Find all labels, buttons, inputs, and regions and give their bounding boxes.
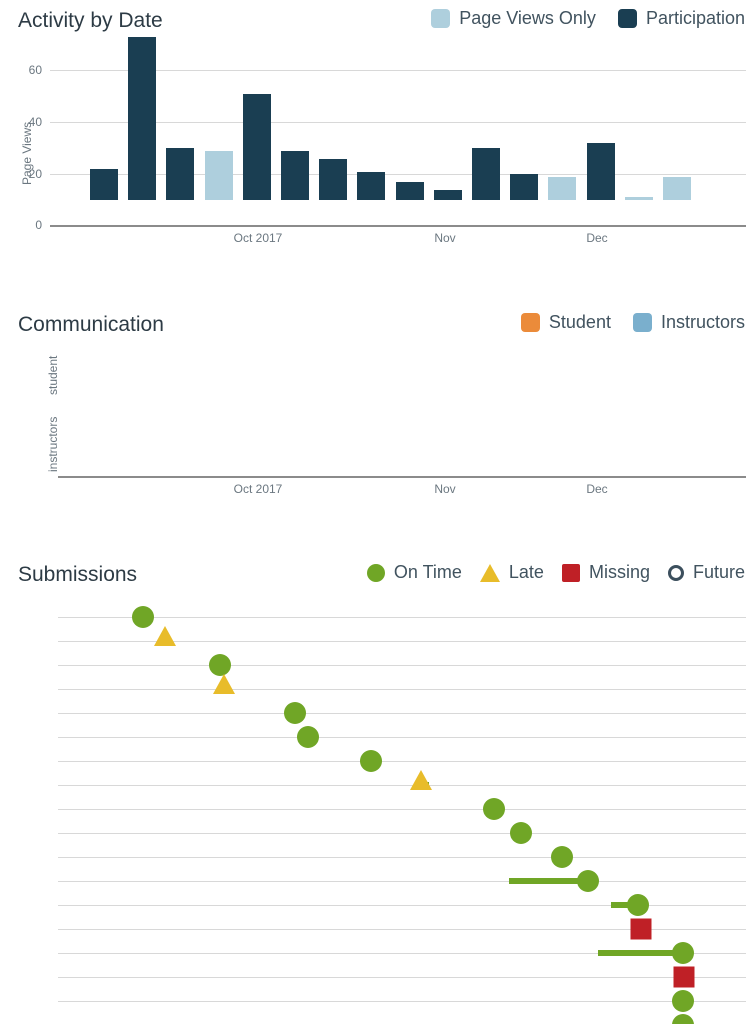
bar-page-views-only[interactable]	[624, 197, 653, 200]
legend-item-on-time[interactable]: On Time	[366, 562, 462, 583]
submission-marker-on-time[interactable]	[209, 654, 231, 676]
bar-participation[interactable]	[166, 148, 195, 200]
submission-marker-on-time[interactable]	[672, 942, 694, 964]
submission-marker-late[interactable]	[213, 674, 235, 694]
submission-marker-on-time[interactable]	[551, 846, 573, 868]
x-tick-oct-2017: Oct 2017	[233, 231, 283, 245]
submission-marker-on-time[interactable]	[627, 894, 649, 916]
bar-participation[interactable]	[472, 148, 500, 200]
activity-bars-group	[0, 0, 751, 225]
submission-marker-missing[interactable]	[673, 966, 695, 988]
comm-y-tick-student: student	[46, 355, 60, 395]
bar-participation[interactable]	[586, 143, 615, 200]
comm-y-tick-instructors: instructors	[46, 416, 60, 472]
legend-label: Missing	[588, 562, 650, 582]
submission-marker-on-time[interactable]	[360, 750, 382, 772]
bar-participation[interactable]	[433, 189, 462, 200]
submissions-markers-group	[0, 595, 751, 1024]
submission-marker-on-time[interactable]	[297, 726, 319, 748]
submission-marker-late[interactable]	[410, 770, 432, 790]
bar-participation[interactable]	[510, 174, 539, 200]
submission-marker-on-time[interactable]	[577, 870, 599, 892]
submission-marker-on-time[interactable]	[510, 822, 532, 844]
x-tick-dec: Dec	[586, 231, 608, 245]
missing-square-icon	[561, 563, 580, 582]
submission-marker-on-time[interactable]	[132, 606, 154, 628]
x-tick-nov: Nov	[434, 482, 456, 496]
x-tick-oct-2017: Oct 2017	[233, 482, 283, 496]
legend-item-late[interactable]: Late	[479, 562, 544, 583]
submissions-chart[interactable]: Assignments	[0, 595, 751, 1024]
bar-page-views-only[interactable]	[663, 176, 691, 200]
bar-participation[interactable]	[319, 158, 348, 200]
bar-participation[interactable]	[128, 37, 157, 200]
bar-page-views-only[interactable]	[548, 176, 577, 200]
submissions-title: Submissions	[18, 563, 138, 586]
legend-label: Future	[692, 562, 745, 582]
on-time-circle-icon	[366, 563, 385, 582]
submission-marker-on-time[interactable]	[483, 798, 505, 820]
bar-participation[interactable]	[90, 168, 118, 200]
bar-participation[interactable]	[242, 94, 271, 200]
analytics-dashboard: Activity by Date Page Views Only Partici…	[0, 0, 751, 1024]
x-tick-nov: Nov	[434, 231, 456, 245]
x-axis-line	[50, 225, 746, 227]
legend-item-future[interactable]: Future	[667, 562, 745, 583]
legend-item-missing[interactable]: Missing	[561, 562, 650, 583]
submission-marker-on-time[interactable]	[672, 1014, 694, 1024]
future-ring-icon	[667, 564, 684, 581]
submission-marker-missing[interactable]	[630, 918, 652, 940]
bar-participation[interactable]	[281, 150, 309, 200]
submission-connector-line	[598, 950, 683, 956]
submission-marker-on-time[interactable]	[672, 990, 694, 1012]
x-axis-line	[58, 476, 746, 478]
bar-participation[interactable]	[395, 181, 424, 200]
submission-marker-late[interactable]	[154, 626, 176, 646]
submissions-legend: On Time Late Missing Future	[366, 562, 745, 583]
activity-chart[interactable]: 60 40 20 0 Page Views Oct 2017 Nov Dec	[0, 0, 751, 250]
legend-label: Late	[508, 562, 544, 582]
communication-chart[interactable]: student instructors Oct 2017 Nov Dec	[0, 300, 751, 500]
bar-participation[interactable]	[357, 171, 386, 200]
late-triangle-icon	[479, 563, 500, 582]
submissions-section-header: Submissions On Time Late Missing Future	[0, 558, 751, 592]
bar-page-views-only[interactable]	[204, 150, 233, 200]
x-tick-dec: Dec	[586, 482, 608, 496]
submission-marker-on-time[interactable]	[284, 702, 306, 724]
legend-label: On Time	[393, 562, 462, 582]
